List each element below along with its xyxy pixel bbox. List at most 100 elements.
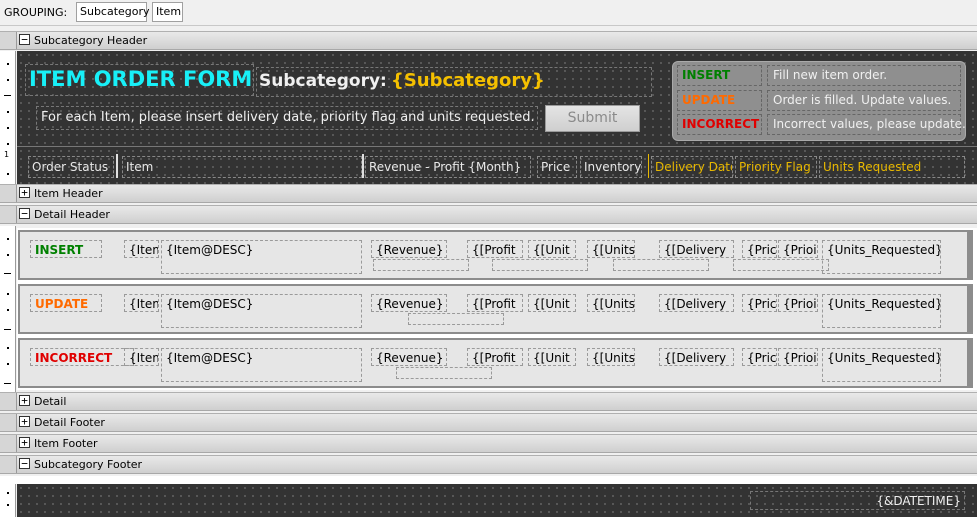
- row-prio2[interactable]: {Prioi: [778, 348, 818, 366]
- row-status[interactable]: INCORRECT: [30, 348, 134, 366]
- col-price[interactable]: Price: [537, 156, 577, 178]
- legend-insert-desc: Fill new item order.: [773, 68, 888, 82]
- row-unit[interactable]: {[Unit: [528, 240, 576, 258]
- row-subfield: [492, 259, 588, 271]
- row-revenue[interactable]: {Revenue}: [371, 294, 447, 312]
- row-prio2[interactable]: {Prioi: [778, 294, 818, 312]
- row-units[interactable]: {[Units: [587, 348, 635, 366]
- row-status[interactable]: INSERT: [30, 240, 102, 258]
- row-profit[interactable]: {[Profit: [467, 294, 523, 312]
- row-unit[interactable]: {[Unit: [528, 348, 576, 366]
- col-item[interactable]: Item: [122, 156, 362, 178]
- detail-row: UPDATE {Item {Item@DESC} {Revenue} {[Pro…: [17, 282, 977, 336]
- grouping-chip-subcategory[interactable]: Subcategory: [76, 2, 150, 22]
- band-item-footer[interactable]: + Item Footer: [0, 434, 977, 453]
- expand-icon[interactable]: +: [19, 187, 30, 198]
- row-delivery[interactable]: {[Delivery: [659, 348, 734, 366]
- col-inventory[interactable]: Inventory: [580, 156, 642, 178]
- band-subcategory-footer[interactable]: − Subcategory Footer: [0, 455, 977, 474]
- row-item-short[interactable]: {Item: [124, 348, 159, 366]
- row-profit[interactable]: {[Profit: [467, 348, 523, 366]
- detail-row-panel: UPDATE {Item {Item@DESC} {Revenue} {[Pro…: [18, 284, 973, 334]
- band-label: Subcategory Header: [34, 34, 148, 47]
- collapse-icon[interactable]: −: [19, 208, 30, 219]
- detail-row: INSERT {Item {Item@DESC} {Revenue} {[Pro…: [17, 228, 977, 282]
- row-subfield: [733, 259, 829, 271]
- expand-icon[interactable]: +: [19, 437, 30, 448]
- row-item-short[interactable]: {Item: [124, 294, 159, 312]
- legend-update-desc: Order is filled. Update values.: [773, 93, 952, 107]
- vertical-ruler: 1: [0, 51, 16, 186]
- band-detail-header[interactable]: − Detail Header: [0, 205, 977, 224]
- detail-row-panel: INSERT {Item {Item@DESC} {Revenue} {[Pro…: [18, 230, 973, 280]
- datetime-box[interactable]: {&DATETIME}: [750, 491, 965, 510]
- row-units-requested[interactable]: {Units_Requested}: [822, 240, 941, 274]
- row-item-desc[interactable]: {Item@DESC}: [161, 240, 362, 274]
- row-subfield: [408, 313, 504, 325]
- row-revenue[interactable]: {Revenue}: [371, 240, 447, 258]
- row-status[interactable]: UPDATE: [30, 294, 102, 312]
- col-revenue-profit[interactable]: Revenue - Profit {Month}: [365, 156, 531, 178]
- subcategory-box[interactable]: Subcategory: {Subcategory}: [256, 67, 652, 97]
- instructions-box[interactable]: For each Item, please insert delivery da…: [36, 106, 538, 130]
- row-delivery[interactable]: {[Delivery: [659, 294, 734, 312]
- title-box[interactable]: ITEM ORDER FORM: [25, 64, 254, 96]
- band-label: Item Header: [34, 187, 103, 200]
- row-units[interactable]: {[Units: [587, 294, 635, 312]
- legend-update-key: UPDATE: [682, 93, 736, 107]
- band-detail[interactable]: + Detail: [0, 392, 977, 411]
- row-units[interactable]: {[Units: [587, 240, 635, 258]
- detail-row-panel: INCORRECT {Item {Item@DESC} {Revenue} {[…: [18, 338, 973, 388]
- grouping-label: GROUPING:: [4, 6, 68, 19]
- row-units-requested[interactable]: {Units_Requested}: [822, 348, 941, 382]
- row-item-short[interactable]: {Item: [124, 240, 159, 258]
- collapse-icon[interactable]: −: [19, 458, 30, 469]
- vertical-ruler: [0, 226, 16, 392]
- row-prio2[interactable]: {Prioi: [778, 240, 818, 258]
- band-subcategory-header[interactable]: − Subcategory Header: [0, 31, 977, 50]
- expand-icon[interactable]: +: [19, 416, 30, 427]
- grouping-chip-item[interactable]: Item: [152, 2, 183, 22]
- row-profit[interactable]: {[Profit: [467, 240, 523, 258]
- row-units-requested[interactable]: {Units_Requested}: [822, 294, 941, 328]
- band-label: Subcategory Footer: [34, 458, 143, 471]
- footer-spacer: [0, 476, 977, 484]
- row-subfield: [613, 259, 709, 271]
- row-revenue[interactable]: {Revenue}: [371, 348, 447, 366]
- ruler-mark: 1: [4, 150, 10, 159]
- subcategory-footer-area: {&DATETIME}: [17, 484, 977, 517]
- col-divider: [362, 154, 364, 178]
- row-prio[interactable]: {Pric: [742, 240, 777, 258]
- row-item-desc[interactable]: {Item@DESC}: [161, 294, 362, 328]
- col-delivery-date[interactable]: Delivery Date: [651, 156, 733, 178]
- subcategory-label: Subcategory:: [259, 71, 387, 91]
- band-item-header[interactable]: + Item Header: [0, 184, 977, 203]
- row-item-desc[interactable]: {Item@DESC}: [161, 348, 362, 382]
- datetime-field: {&DATETIME}: [876, 494, 961, 508]
- col-priority-flag[interactable]: Priority Flag: [735, 156, 817, 178]
- row-prio[interactable]: {Pric: [742, 294, 777, 312]
- band-label: Detail Header: [34, 208, 110, 221]
- row-delivery[interactable]: {[Delivery: [659, 240, 734, 258]
- row-subfield: [373, 259, 469, 271]
- row-unit[interactable]: {[Unit: [528, 294, 576, 312]
- grouping-bar: GROUPING: Subcategory Item: [0, 0, 977, 26]
- collapse-icon[interactable]: −: [19, 34, 30, 45]
- detail-row: INCORRECT {Item {Item@DESC} {Revenue} {[…: [17, 336, 977, 390]
- col-units-requested[interactable]: Units Requested: [819, 156, 965, 178]
- band-label: Detail: [34, 395, 67, 408]
- col-divider: [648, 154, 649, 178]
- band-gutter: [0, 32, 17, 49]
- legend-panel: INSERT Fill new item order. UPDATE Order…: [672, 61, 966, 141]
- header-separator: [17, 146, 977, 147]
- row-prio[interactable]: {Pric: [742, 348, 777, 366]
- band-detail-footer[interactable]: + Detail Footer: [0, 413, 977, 432]
- form-title: ITEM ORDER FORM: [29, 67, 253, 91]
- legend-incorrect-key: INCORRECT: [682, 117, 760, 131]
- col-order-status[interactable]: Order Status: [28, 156, 114, 178]
- subcategory-header-area: ITEM ORDER FORM Subcategory: {Subcategor…: [17, 51, 977, 186]
- submit-button[interactable]: Submit: [545, 105, 640, 132]
- legend-insert-key: INSERT: [682, 68, 731, 82]
- expand-icon[interactable]: +: [19, 395, 30, 406]
- vertical-ruler: [0, 484, 16, 517]
